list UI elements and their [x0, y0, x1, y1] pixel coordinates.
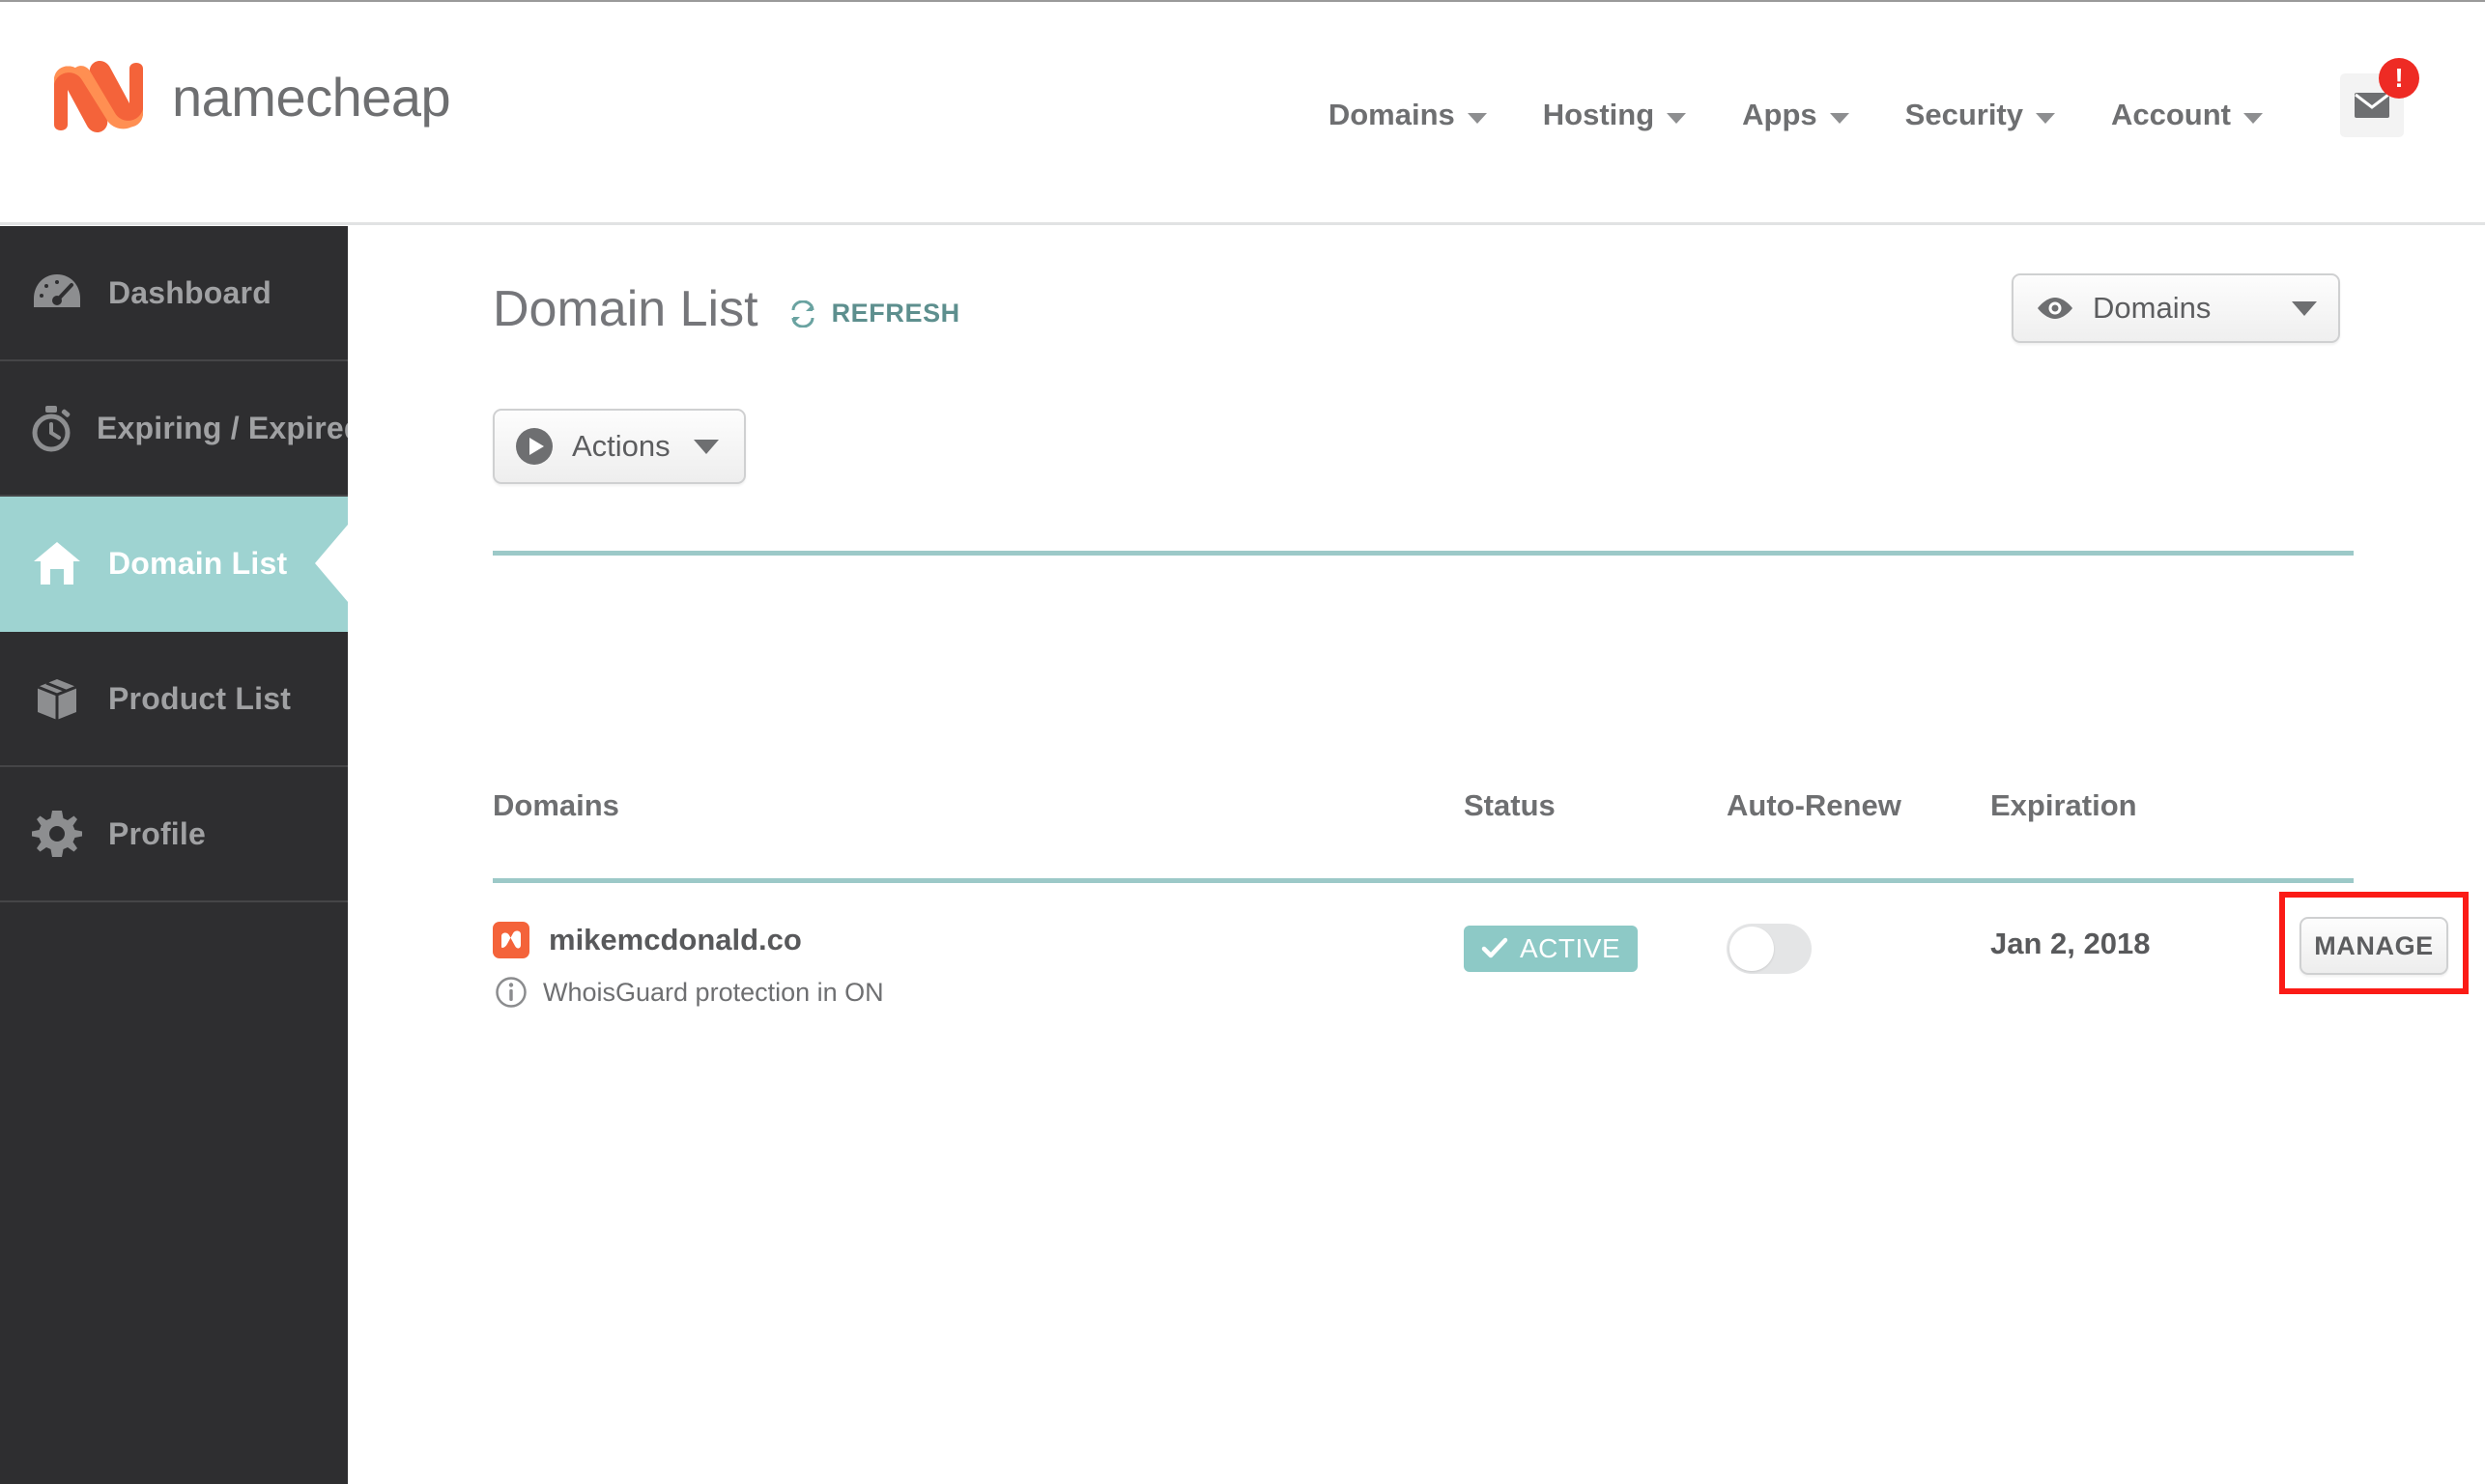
domain-name[interactable]: mikemcdonald.co	[549, 923, 802, 957]
check-icon	[1481, 937, 1508, 958]
gear-icon	[27, 809, 87, 859]
nav-item-security[interactable]: Security	[1905, 98, 2055, 132]
nav-item-apps[interactable]: Apps	[1742, 98, 1849, 132]
chevron-down-icon	[2243, 112, 2263, 124]
namecheap-n-logo-icon	[54, 61, 143, 132]
nav-label-security: Security	[1904, 98, 2023, 131]
nav-item-hosting[interactable]: Hosting	[1542, 98, 1687, 132]
view-filter-dropdown[interactable]: Domains	[2012, 273, 2340, 343]
sidebar-item-domain-list[interactable]: Domain List	[0, 497, 348, 632]
chevron-down-icon	[1467, 112, 1487, 124]
nav-label-apps: Apps	[1742, 98, 1817, 131]
auto-renew-toggle-knob	[1729, 927, 1774, 971]
status-badge-label: ACTIVE	[1520, 933, 1621, 963]
page-header: Domain List REFRESH	[493, 284, 960, 334]
column-header-domains: Domains	[493, 788, 619, 822]
column-header-status: Status	[1464, 788, 1556, 822]
house-icon	[27, 540, 87, 586]
page-title: Domain List	[493, 281, 758, 337]
chevron-down-icon	[2036, 112, 2055, 124]
chevron-down-icon	[693, 439, 719, 454]
expiration-date: Jan 2, 2018	[1990, 927, 2151, 960]
nav-label-account: Account	[2111, 98, 2231, 131]
sidebar: Dashboard Expiring / Expired Domain List	[0, 226, 362, 1484]
view-filter-value: Domains	[2093, 291, 2212, 325]
sidebar-item-label-expiring-expired: Expiring / Expired	[97, 410, 363, 445]
whoisguard-note: WhoisGuard protection in ON	[495, 976, 884, 1009]
chevron-down-icon	[2292, 300, 2317, 316]
sidebar-item-dashboard[interactable]: Dashboard	[0, 226, 348, 361]
active-indicator-arrow	[315, 525, 348, 602]
refresh-icon	[791, 300, 814, 328]
sidebar-item-expiring-expired[interactable]: Expiring / Expired	[0, 361, 362, 497]
brand-name: namecheap	[172, 66, 451, 128]
whoisguard-note-text: WhoisGuard protection in ON	[543, 977, 884, 1007]
chevron-down-icon	[1829, 112, 1849, 124]
messages-button[interactable]: !	[2332, 58, 2419, 147]
messages-button-surface[interactable]: !	[2340, 58, 2419, 137]
messages-alert-badge: !	[2379, 58, 2419, 99]
play-circle-icon	[516, 428, 553, 465]
brand-logo[interactable]: namecheap	[46, 55, 451, 138]
sidebar-item-profile[interactable]: Profile	[0, 767, 348, 902]
domain-name-line: mikemcdonald.co	[493, 922, 884, 958]
auto-renew-toggle[interactable]	[1727, 924, 1812, 974]
chevron-down-icon	[1667, 112, 1687, 124]
sidebar-item-label-product-list: Product List	[108, 680, 292, 716]
column-header-expiration: Expiration	[1990, 788, 2137, 822]
actions-button-label: Actions	[572, 429, 671, 463]
sidebar-filler	[0, 902, 348, 1484]
eye-icon	[2038, 298, 2072, 319]
main-navigation: Domains Hosting Apps Security Account !	[1272, 58, 2419, 147]
main-content: Domain List REFRESH Domains Actions Doma…	[348, 226, 2485, 1484]
nav-label-domains: Domains	[1328, 98, 1455, 131]
manage-button-label: MANAGE	[2314, 930, 2434, 960]
gauge-icon	[27, 271, 87, 315]
info-icon	[496, 977, 527, 1008]
status-badge: ACTIVE	[1464, 926, 1639, 972]
nav-label-hosting: Hosting	[1542, 98, 1655, 131]
column-header-auto-renew: Auto-Renew	[1727, 788, 1901, 822]
table-row: mikemcdonald.co WhoisGuard protection in…	[348, 878, 2485, 1062]
sidebar-item-label-profile: Profile	[108, 815, 206, 851]
nav-item-account[interactable]: Account	[2111, 98, 2263, 132]
page-root: namecheap Domains Hosting Apps Security …	[0, 0, 2485, 1484]
stopwatch-icon	[27, 403, 75, 453]
namecheap-favicon-icon	[493, 922, 529, 958]
domain-cell: mikemcdonald.co WhoisGuard protection in…	[493, 922, 884, 1009]
nav-item-domains[interactable]: Domains	[1328, 98, 1487, 132]
site-header: namecheap Domains Hosting Apps Security …	[0, 2, 2485, 225]
envelope-icon	[2355, 93, 2389, 118]
box-icon	[27, 673, 87, 724]
actions-button[interactable]: Actions	[493, 409, 746, 484]
sidebar-item-product-list[interactable]: Product List	[0, 632, 348, 767]
refresh-link[interactable]: REFRESH	[787, 299, 960, 334]
sidebar-item-label-domain-list: Domain List	[108, 545, 288, 581]
manage-button[interactable]: MANAGE	[2299, 917, 2448, 975]
table-top-divider	[493, 551, 2354, 556]
sidebar-item-label-dashboard: Dashboard	[108, 274, 271, 310]
refresh-label: REFRESH	[831, 299, 960, 328]
